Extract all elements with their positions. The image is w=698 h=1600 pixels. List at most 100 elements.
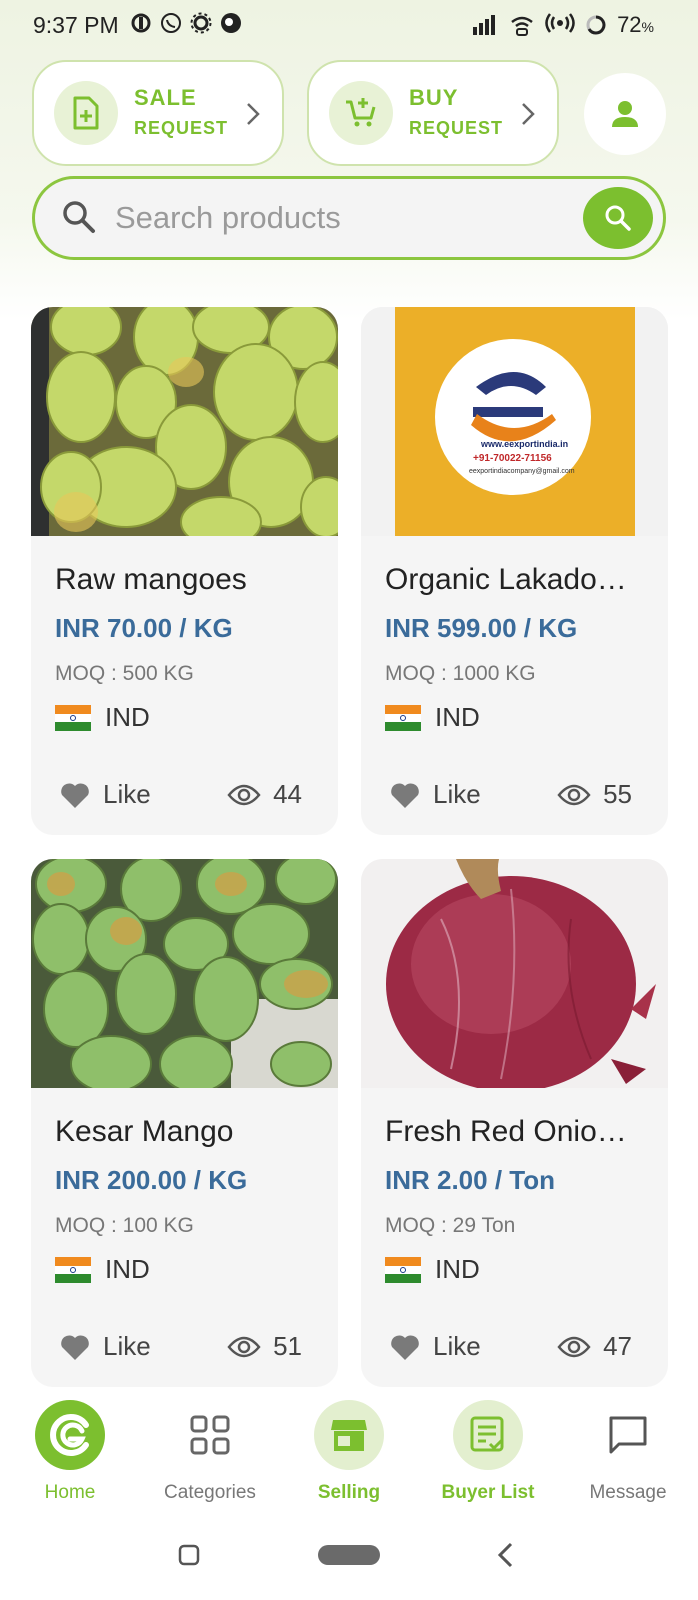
- heart-icon: [391, 1335, 419, 1360]
- like-button[interactable]: Like: [59, 1331, 151, 1362]
- views-count: 51: [227, 1331, 302, 1362]
- product-card[interactable]: Fresh Red Onio… INR 2.00 / Ton MOQ : 29 …: [361, 859, 668, 1387]
- buy-request-icon-wrap: [329, 81, 393, 145]
- notification-icons: [130, 12, 242, 34]
- battery-percent: 72%: [617, 12, 654, 37]
- system-status-icons: 72%: [473, 12, 654, 38]
- add-document-icon: [73, 96, 99, 130]
- system-navigation-bar: [0, 1530, 698, 1580]
- notification-app-icon: [131, 13, 151, 33]
- views-value: 51: [273, 1331, 302, 1361]
- views-count: 55: [557, 779, 632, 810]
- nav-buyer-list[interactable]: Buyer List: [418, 1400, 558, 1504]
- heart-icon: [391, 783, 419, 808]
- product-image: www.eexportindia.in +91-70022-71156 eexp…: [361, 307, 668, 536]
- views-count: 47: [557, 1331, 632, 1362]
- status-time: 9:37 PM: [33, 12, 119, 38]
- like-label: Like: [103, 779, 151, 809]
- india-flag-icon: [55, 704, 91, 731]
- chevron-right-icon: [522, 103, 535, 125]
- recents-button[interactable]: [178, 1544, 200, 1566]
- nav-categories[interactable]: Categories: [140, 1400, 280, 1504]
- product-country: IND: [385, 1254, 480, 1285]
- product-price: INR 2.00 / Ton: [385, 1165, 555, 1195]
- eye-icon: [227, 784, 261, 805]
- eye-icon: [557, 1336, 591, 1357]
- country-code: IND: [105, 1254, 150, 1284]
- views-value: 44: [273, 779, 302, 809]
- back-button[interactable]: [496, 1542, 516, 1568]
- product-name: Organic Lakado…: [385, 563, 627, 596]
- like-button[interactable]: Like: [389, 1331, 481, 1362]
- nav-message-label: Message: [589, 1482, 667, 1503]
- product-moq: MOQ : 500 KG: [55, 662, 194, 685]
- sale-request-icon-wrap: [54, 81, 118, 145]
- settings-gear-icon: [190, 12, 212, 34]
- search-bar: [32, 176, 666, 260]
- india-flag-icon: [385, 1256, 421, 1283]
- profile-button[interactable]: [584, 73, 666, 155]
- heart-icon: [61, 783, 89, 808]
- store-icon: [314, 1400, 384, 1470]
- product-moq: MOQ : 1000 KG: [385, 662, 536, 685]
- buy-request-button[interactable]: BUY REQUEST: [307, 60, 559, 166]
- nav-selling[interactable]: Selling: [279, 1400, 419, 1504]
- kesar-mango-photo: [31, 859, 338, 1088]
- vpn-globe-icon: [221, 13, 241, 33]
- buy-request-label: BUY REQUEST: [409, 85, 504, 138]
- pack-label-phone: +91-70022-71156: [473, 453, 552, 464]
- product-country: IND: [55, 702, 150, 733]
- pack-label-site: www.eexportindia.in: [481, 439, 569, 449]
- heart-icon: [61, 1335, 89, 1360]
- like-label: Like: [103, 1331, 151, 1361]
- product-card[interactable]: Kesar Mango INR 200.00 / KG MOQ : 100 KG…: [31, 859, 338, 1387]
- battery-icon: [586, 15, 606, 35]
- eye-icon: [557, 784, 591, 805]
- nav-home-label: Home: [44, 1482, 96, 1503]
- home-pill-button[interactable]: [318, 1544, 380, 1566]
- country-code: IND: [435, 1254, 480, 1284]
- add-cart-icon: [346, 98, 376, 127]
- grid-icon: [175, 1400, 245, 1470]
- like-button[interactable]: Like: [389, 779, 481, 810]
- home-logo-icon: [35, 1400, 105, 1470]
- nav-buyer-list-label: Buyer List: [441, 1482, 535, 1503]
- country-code: IND: [105, 702, 150, 732]
- nav-message[interactable]: Message: [558, 1400, 698, 1504]
- product-moq: MOQ : 29 Ton: [385, 1214, 516, 1237]
- whatsapp-icon: [161, 13, 181, 33]
- like-label: Like: [433, 779, 481, 809]
- user-icon: [612, 101, 638, 127]
- product-price: INR 200.00 / KG: [55, 1165, 248, 1195]
- product-country: IND: [55, 1254, 150, 1285]
- product-price: INR 599.00 / KG: [385, 613, 578, 643]
- search-icon: [605, 205, 631, 231]
- like-button[interactable]: Like: [59, 779, 151, 810]
- search-submit-button[interactable]: [583, 187, 653, 249]
- product-moq: MOQ : 100 KG: [55, 1214, 194, 1237]
- product-card[interactable]: www.eexportindia.in +91-70022-71156 eexp…: [361, 307, 668, 835]
- product-name: Kesar Mango: [55, 1115, 234, 1148]
- product-image: [361, 859, 668, 1088]
- hotspot-icon: [545, 13, 575, 33]
- search-icon: [63, 201, 95, 233]
- list-check-icon: [453, 1400, 523, 1470]
- india-flag-icon: [385, 704, 421, 731]
- product-name: Fresh Red Onio…: [385, 1115, 627, 1148]
- raw-mangoes-photo: [31, 307, 338, 536]
- product-country: IND: [385, 702, 480, 733]
- pack-label-email: eexportindiacompany@gmail.com: [469, 468, 575, 475]
- nav-categories-label: Categories: [164, 1482, 256, 1503]
- turmeric-pack-photo: [361, 307, 668, 536]
- product-image: [31, 307, 338, 536]
- sale-request-label: SALE REQUEST: [134, 85, 229, 138]
- signal-icon: [473, 15, 496, 35]
- views-count: 44: [227, 779, 302, 810]
- product-image: [31, 859, 338, 1088]
- sale-request-button[interactable]: SALE REQUEST: [32, 60, 284, 166]
- views-value: 47: [603, 1331, 632, 1361]
- product-card[interactable]: Raw mangoes INR 70.00 / KG MOQ : 500 KG …: [31, 307, 338, 835]
- search-input[interactable]: [115, 193, 535, 243]
- chevron-right-icon: [247, 103, 260, 125]
- nav-home[interactable]: Home: [0, 1400, 140, 1504]
